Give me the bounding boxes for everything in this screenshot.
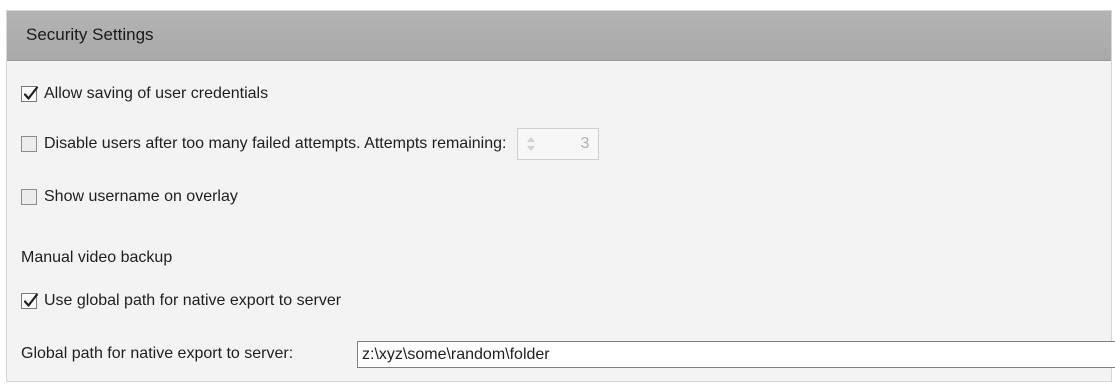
use-global-path-option[interactable]: Use global path for native export to ser… xyxy=(21,292,341,310)
disable-users-label: Disable users after too many failed atte… xyxy=(44,135,507,152)
use-global-path-label: Use global path for native export to ser… xyxy=(44,292,342,309)
allow-saving-credentials-checkbox[interactable] xyxy=(21,86,39,102)
manual-video-backup-heading: Manual video backup xyxy=(21,249,173,266)
attempts-remaining-value: 3 xyxy=(580,135,590,152)
show-username-option[interactable]: Show username on overlay xyxy=(21,188,238,206)
panel-header: Security Settings xyxy=(7,11,1111,61)
check-icon xyxy=(23,86,39,100)
security-settings-panel: Security Settings Allow saving of user c… xyxy=(6,10,1115,382)
allow-saving-credentials-option[interactable]: Allow saving of user credentials xyxy=(21,85,268,103)
show-username-label: Show username on overlay xyxy=(44,188,238,205)
panel-title: Security Settings xyxy=(26,25,154,44)
attempts-remaining-stepper[interactable]: 3 xyxy=(517,128,600,160)
disable-users-option[interactable]: Disable users after too many failed atte… xyxy=(21,128,600,160)
global-path-label: Global path for native export to server: xyxy=(21,345,294,362)
global-path-input[interactable] xyxy=(357,341,1115,368)
use-global-path-checkbox[interactable] xyxy=(21,293,39,309)
check-icon xyxy=(23,293,39,307)
show-username-checkbox[interactable] xyxy=(21,189,37,205)
spin-arrows-icon[interactable] xyxy=(526,135,536,153)
disable-users-checkbox[interactable] xyxy=(21,136,37,152)
allow-saving-credentials-label: Allow saving of user credentials xyxy=(44,85,269,102)
